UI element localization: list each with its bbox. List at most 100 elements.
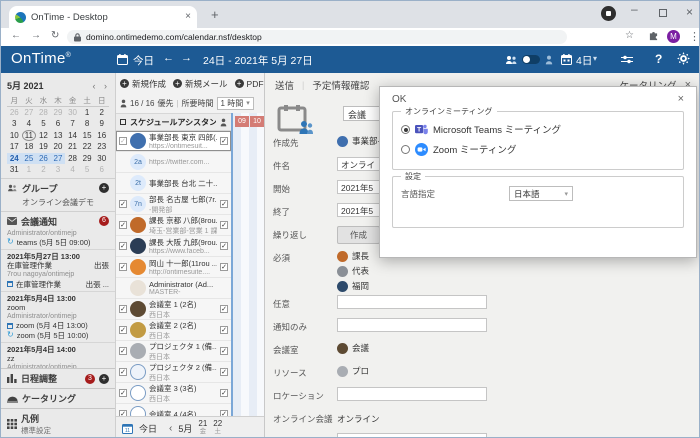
calendar-day[interactable]: 4 bbox=[65, 164, 80, 176]
notice-item[interactable]: 2021年5月4日 14:00 bbox=[7, 345, 109, 354]
notice-item[interactable]: zz bbox=[7, 354, 109, 363]
forward-button[interactable]: → bbox=[31, 30, 41, 41]
attendee-row[interactable]: ✓会議室 1 (2名)西日本✓ bbox=[116, 299, 231, 320]
calendar-day[interactable]: 17 bbox=[7, 141, 22, 153]
attendee-checkbox-left[interactable]: ✓ bbox=[119, 137, 127, 145]
view-calendar-icon[interactable] bbox=[561, 54, 572, 68]
legend-sub[interactable]: 標準設定 bbox=[21, 425, 109, 436]
person-view-icon[interactable] bbox=[545, 55, 553, 68]
calendar-day[interactable]: 8 bbox=[80, 118, 95, 130]
groups-header[interactable]: グループ + bbox=[7, 182, 109, 195]
today-calendar-icon[interactable]: 11 bbox=[122, 423, 133, 434]
gear-icon[interactable] bbox=[677, 52, 690, 68]
attendee-checkbox-right[interactable]: ✓ bbox=[220, 242, 228, 250]
bookmark-star-icon[interactable]: ☆ bbox=[625, 30, 634, 41]
footer-today-button[interactable]: 今日 bbox=[139, 422, 157, 435]
person-chip[interactable]: 代表 bbox=[337, 264, 369, 278]
calendar-day[interactable]: 26 bbox=[36, 153, 51, 165]
extensions-icon[interactable] bbox=[649, 32, 658, 44]
calendar-day[interactable]: 30 bbox=[65, 107, 80, 119]
notice-item[interactable]: zoom bbox=[7, 303, 109, 312]
reload-button[interactable]: ↻ bbox=[51, 30, 59, 41]
attendee-row[interactable]: ✓7n部長 名古屋 七郎(7r...-開発部✓ bbox=[116, 194, 231, 215]
attendee-row[interactable]: ✓プロジェクタ 2 (備...西日本✓ bbox=[116, 362, 231, 383]
calendar-day[interactable]: 1 bbox=[80, 107, 95, 119]
attendee-checkbox-left[interactable]: ✓ bbox=[119, 242, 127, 250]
attendee-row[interactable]: ✓事業部長 東京 四郎(...https://ontimesuit...✓ bbox=[116, 131, 231, 152]
calendar-day[interactable]: 26 bbox=[7, 107, 22, 119]
schedule-adjust-section[interactable]: 日程調整 3 + bbox=[1, 368, 115, 388]
notice-item[interactable]: 在庫管理作業出張 ... bbox=[7, 280, 109, 289]
attendee-checkbox-right[interactable]: ✓ bbox=[220, 347, 228, 355]
attendee-checkbox-left[interactable]: ✓ bbox=[119, 263, 127, 271]
calendar-day[interactable]: 28 bbox=[36, 107, 51, 119]
calendar-day[interactable]: 15 bbox=[80, 130, 95, 142]
view-selector[interactable]: 4日 bbox=[576, 53, 592, 68]
attendee-checkbox-right[interactable]: ✓ bbox=[220, 137, 228, 145]
attendee-checkbox-right[interactable]: ✓ bbox=[220, 326, 228, 334]
attendee-checkbox-right[interactable]: ✓ bbox=[220, 200, 228, 208]
calendar-day[interactable]: 5 bbox=[36, 118, 51, 130]
settings-sliders-icon[interactable] bbox=[621, 55, 633, 67]
field-input[interactable] bbox=[337, 433, 487, 438]
notice-item[interactable]: ↻teams (5月 5日 09:00) bbox=[7, 238, 109, 247]
calendar-day[interactable]: 27 bbox=[22, 107, 37, 119]
calendar-day[interactable]: 2 bbox=[36, 164, 51, 176]
notice-item[interactable]: 2021年5月4日 13:00 bbox=[7, 294, 109, 303]
footer-day[interactable]: 22土 bbox=[213, 420, 222, 436]
attendee-row[interactable]: ✓課長 京都 八郎(8rou...埼玉-営業部-営業 1 課✓ bbox=[116, 215, 231, 236]
attendee-checkbox-left[interactable]: ✓ bbox=[119, 326, 127, 334]
person-chip[interactable]: 会議 bbox=[337, 341, 369, 355]
radio-selected[interactable] bbox=[401, 125, 410, 134]
attendee-row[interactable]: ✓会議室 2 (2名)西日本✓ bbox=[116, 320, 231, 341]
calendar-day[interactable]: 29 bbox=[80, 153, 95, 165]
footer-prev-icon[interactable]: ‹ bbox=[169, 423, 172, 434]
calendar-day[interactable]: 22 bbox=[80, 141, 95, 153]
send-button[interactable]: 送信 bbox=[275, 78, 294, 92]
pdf-button[interactable]: +PDF bbox=[235, 79, 264, 89]
calendar-day[interactable]: 23 bbox=[94, 141, 109, 153]
next-range-button[interactable]: → bbox=[181, 52, 192, 64]
schedule-assistant-header[interactable]: スケジュールアシスタント bbox=[116, 113, 231, 131]
attendee-checkbox-right[interactable]: ✓ bbox=[220, 221, 228, 229]
help-button[interactable]: ? bbox=[655, 52, 662, 66]
attendee-row[interactable]: ✓課長 大阪 九郎(9rou...https://www.faceb...✓ bbox=[116, 236, 231, 257]
duration-select[interactable]: 1 時間▾ bbox=[217, 97, 254, 110]
back-button[interactable]: ← bbox=[11, 30, 21, 41]
notice-item[interactable]: 在庫管理作業出張 bbox=[7, 261, 109, 270]
teams-option[interactable]: T Microsoft Teams ミーティング bbox=[401, 122, 675, 136]
tab-close-icon[interactable]: × bbox=[185, 12, 191, 22]
browser-profile-avatar[interactable]: M bbox=[667, 30, 680, 43]
new-event-button[interactable]: +新規作成 bbox=[120, 78, 166, 90]
address-bar[interactable]: domino.ontimedemo.com/calendar.nsf/deskt… bbox=[67, 30, 567, 44]
attendee-checkbox-left[interactable]: ✓ bbox=[119, 389, 127, 397]
attendee-row[interactable]: 2ahttps://twitter.com... bbox=[116, 152, 231, 173]
person-chip[interactable]: 課長 bbox=[337, 249, 369, 263]
attendee-checkbox-right[interactable]: ✓ bbox=[220, 389, 228, 397]
calendar-day[interactable]: 3 bbox=[51, 164, 66, 176]
attendee-checkbox-left[interactable]: ✓ bbox=[119, 347, 127, 355]
calendar-day[interactable]: 20 bbox=[51, 141, 66, 153]
legend-section[interactable]: 凡例標準設定 bbox=[1, 408, 115, 438]
calendar-day[interactable]: 31 bbox=[7, 164, 22, 176]
dialog-close-icon[interactable]: × bbox=[678, 93, 684, 105]
calendar-day[interactable]: 13 bbox=[51, 130, 66, 142]
confirm-info-button[interactable]: 予定情報確認 bbox=[312, 78, 369, 92]
calendar-day[interactable]: 16 bbox=[94, 130, 109, 142]
calendar-day[interactable]: 14 bbox=[65, 130, 80, 142]
window-minimize-button[interactable]: – bbox=[631, 2, 638, 16]
view-toggle[interactable] bbox=[522, 55, 540, 64]
browser-tab[interactable]: OnTime - Desktop × bbox=[9, 6, 197, 28]
attendee-checkbox-left[interactable]: ✓ bbox=[119, 368, 127, 376]
calendar-day[interactable]: 12 bbox=[36, 130, 51, 142]
calendar-day[interactable]: 10 bbox=[7, 130, 22, 142]
priority-label[interactable]: 優先 bbox=[157, 98, 173, 109]
attendee-checkbox-left[interactable]: ✓ bbox=[119, 221, 127, 229]
field-input[interactable] bbox=[337, 387, 487, 401]
today-button[interactable]: 今日 bbox=[133, 53, 154, 68]
calendar-day[interactable]: 28 bbox=[65, 153, 80, 165]
calendar-day[interactable]: 3 bbox=[7, 118, 22, 130]
attendee-row[interactable]: ✓会議室 4 (4名)✓ bbox=[116, 404, 231, 416]
calendar-day[interactable]: 1 bbox=[22, 164, 37, 176]
notice-item[interactable]: Administrator/ontimejp bbox=[7, 229, 109, 238]
